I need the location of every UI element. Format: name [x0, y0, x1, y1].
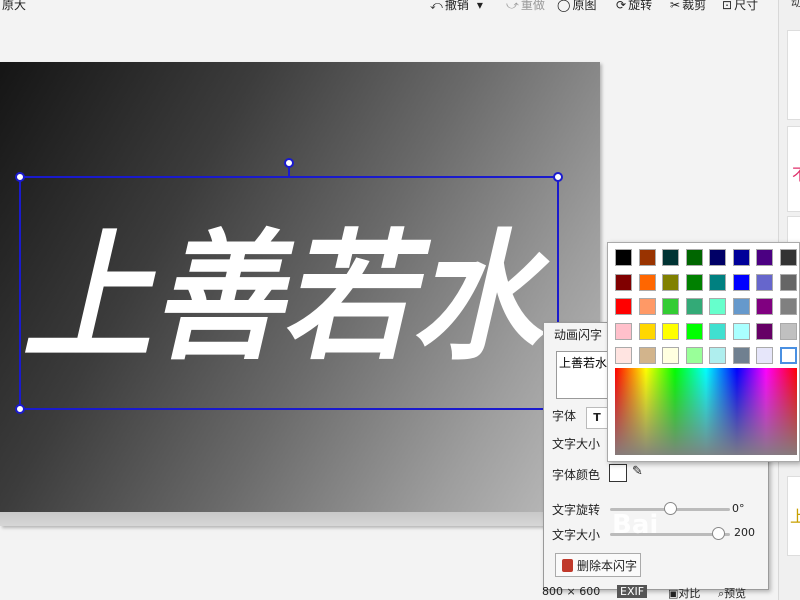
color-swatch[interactable]	[638, 347, 656, 364]
color-swatch[interactable]	[685, 249, 703, 266]
panel-thumb[interactable]	[787, 30, 800, 120]
color-swatch[interactable]	[685, 347, 703, 364]
color-swatch[interactable]	[615, 347, 632, 364]
color-swatch[interactable]	[756, 298, 773, 315]
dialog-title[interactable]: 动画闪字	[554, 326, 602, 343]
font-color-swatch[interactable]	[609, 464, 627, 482]
color-swatch[interactable]	[615, 249, 632, 266]
color-swatch[interactable]	[662, 322, 679, 340]
color-swatch[interactable]	[732, 347, 750, 364]
editor-window: 原大 ⤺ 撤销 ▾ ⤻ 重做 ◯ 原图 ⟳ 旋转 ✂ 裁剪 ⊡ 尺寸 动 上 上…	[0, 0, 800, 600]
color-swatch[interactable]	[709, 322, 726, 340]
color-swatch[interactable]	[709, 249, 726, 266]
color-picker	[607, 242, 800, 462]
color-swatch[interactable]	[779, 298, 797, 315]
canvas-edge	[0, 512, 600, 526]
rotate-button[interactable]: ⟳ 旋转	[616, 0, 652, 13]
image-canvas[interactable]	[0, 62, 600, 526]
color-swatch[interactable]	[615, 273, 632, 291]
undo-button[interactable]: ⤺ 撤销 ▾	[430, 0, 483, 13]
color-swatch[interactable]	[779, 273, 797, 291]
color-swatch[interactable]	[756, 322, 773, 340]
color-swatch[interactable]	[685, 273, 703, 291]
color-swatch[interactable]	[662, 298, 679, 315]
color-swatch[interactable]	[709, 298, 726, 315]
color-swatch[interactable]	[662, 273, 679, 291]
rotate-value: 0°	[732, 502, 745, 515]
color-swatch[interactable]	[779, 347, 797, 364]
panel-thumb[interactable]: 上	[787, 476, 800, 556]
scissors-icon: ✂	[670, 0, 681, 12]
panel-thumb-text: 上	[790, 507, 800, 526]
delete-text-button[interactable]: 删除本闪字	[555, 553, 641, 577]
color-swatch[interactable]	[756, 273, 773, 291]
font-color-label: 字体颜色	[552, 468, 601, 482]
color-swatch[interactable]	[732, 273, 750, 291]
font-size-label: 文字大小	[552, 437, 601, 451]
compare-button[interactable]: ▣对比	[668, 585, 700, 600]
color-swatch[interactable]	[685, 322, 703, 340]
color-swatch[interactable]	[685, 298, 703, 315]
rotate-label: 文字旋转	[552, 503, 601, 517]
preview-button[interactable]: ⌕预览	[718, 585, 746, 600]
font-select-button[interactable]: T	[586, 407, 608, 429]
color-swatch[interactable]	[779, 249, 797, 266]
color-swatch[interactable]	[638, 298, 656, 315]
exif-button[interactable]: EXIF	[617, 585, 648, 598]
rotate-slider-knob[interactable]	[664, 502, 677, 515]
redo-icon: ⤻	[506, 0, 519, 12]
color-swatch[interactable]	[756, 347, 773, 364]
size-slider-knob[interactable]	[712, 527, 725, 540]
right-panel-label: 动	[791, 0, 800, 9]
color-swatch[interactable]	[662, 249, 679, 266]
color-swatch[interactable]	[662, 347, 679, 364]
undo-icon: ⤺	[430, 0, 443, 12]
original-icon: ◯	[557, 0, 571, 12]
redo-button[interactable]: ⤻ 重做	[506, 0, 545, 13]
color-swatch[interactable]	[779, 322, 797, 340]
panel-thumb-text: 不	[792, 161, 800, 185]
color-spectrum[interactable]	[615, 368, 797, 455]
image-dimensions: 800 × 600	[542, 585, 601, 598]
original-button[interactable]: ◯ 原图	[557, 0, 596, 13]
top-toolbar: 原大 ⤺ 撤销 ▾ ⤻ 重做 ◯ 原图 ⟳ 旋转 ✂ 裁剪 ⊡ 尺寸	[0, 0, 778, 12]
chevron-down-icon[interactable]: ▾	[477, 0, 483, 11]
panel-thumb[interactable]: 不	[787, 126, 800, 212]
text-size-label: 文字大小	[552, 528, 601, 542]
color-swatch[interactable]	[709, 347, 726, 364]
watermark-logo: Bai	[612, 510, 659, 540]
color-swatch[interactable]	[615, 322, 632, 340]
rotate-icon: ⟳	[616, 0, 627, 12]
color-swatch[interactable]	[615, 298, 632, 315]
color-swatch[interactable]	[732, 298, 750, 315]
color-swatch[interactable]	[756, 249, 773, 266]
trash-icon	[562, 558, 573, 572]
compare-icon: ▣	[668, 587, 679, 600]
zoom-label[interactable]: 原大	[2, 0, 26, 13]
size-button[interactable]: ⊡ 尺寸	[722, 0, 758, 13]
color-swatch[interactable]	[638, 249, 656, 266]
eyedropper-icon[interactable]: ✎	[632, 464, 643, 479]
color-swatch[interactable]	[732, 322, 750, 340]
color-swatch[interactable]	[638, 322, 656, 340]
resize-icon: ⊡	[722, 0, 733, 12]
color-swatch[interactable]	[732, 249, 750, 266]
crop-button[interactable]: ✂ 裁剪	[670, 0, 706, 13]
color-swatch[interactable]	[709, 273, 726, 291]
size-value: 200	[734, 526, 755, 539]
color-swatch[interactable]	[638, 273, 656, 291]
font-label: 字体	[552, 409, 577, 423]
font-icon: T	[593, 411, 601, 424]
